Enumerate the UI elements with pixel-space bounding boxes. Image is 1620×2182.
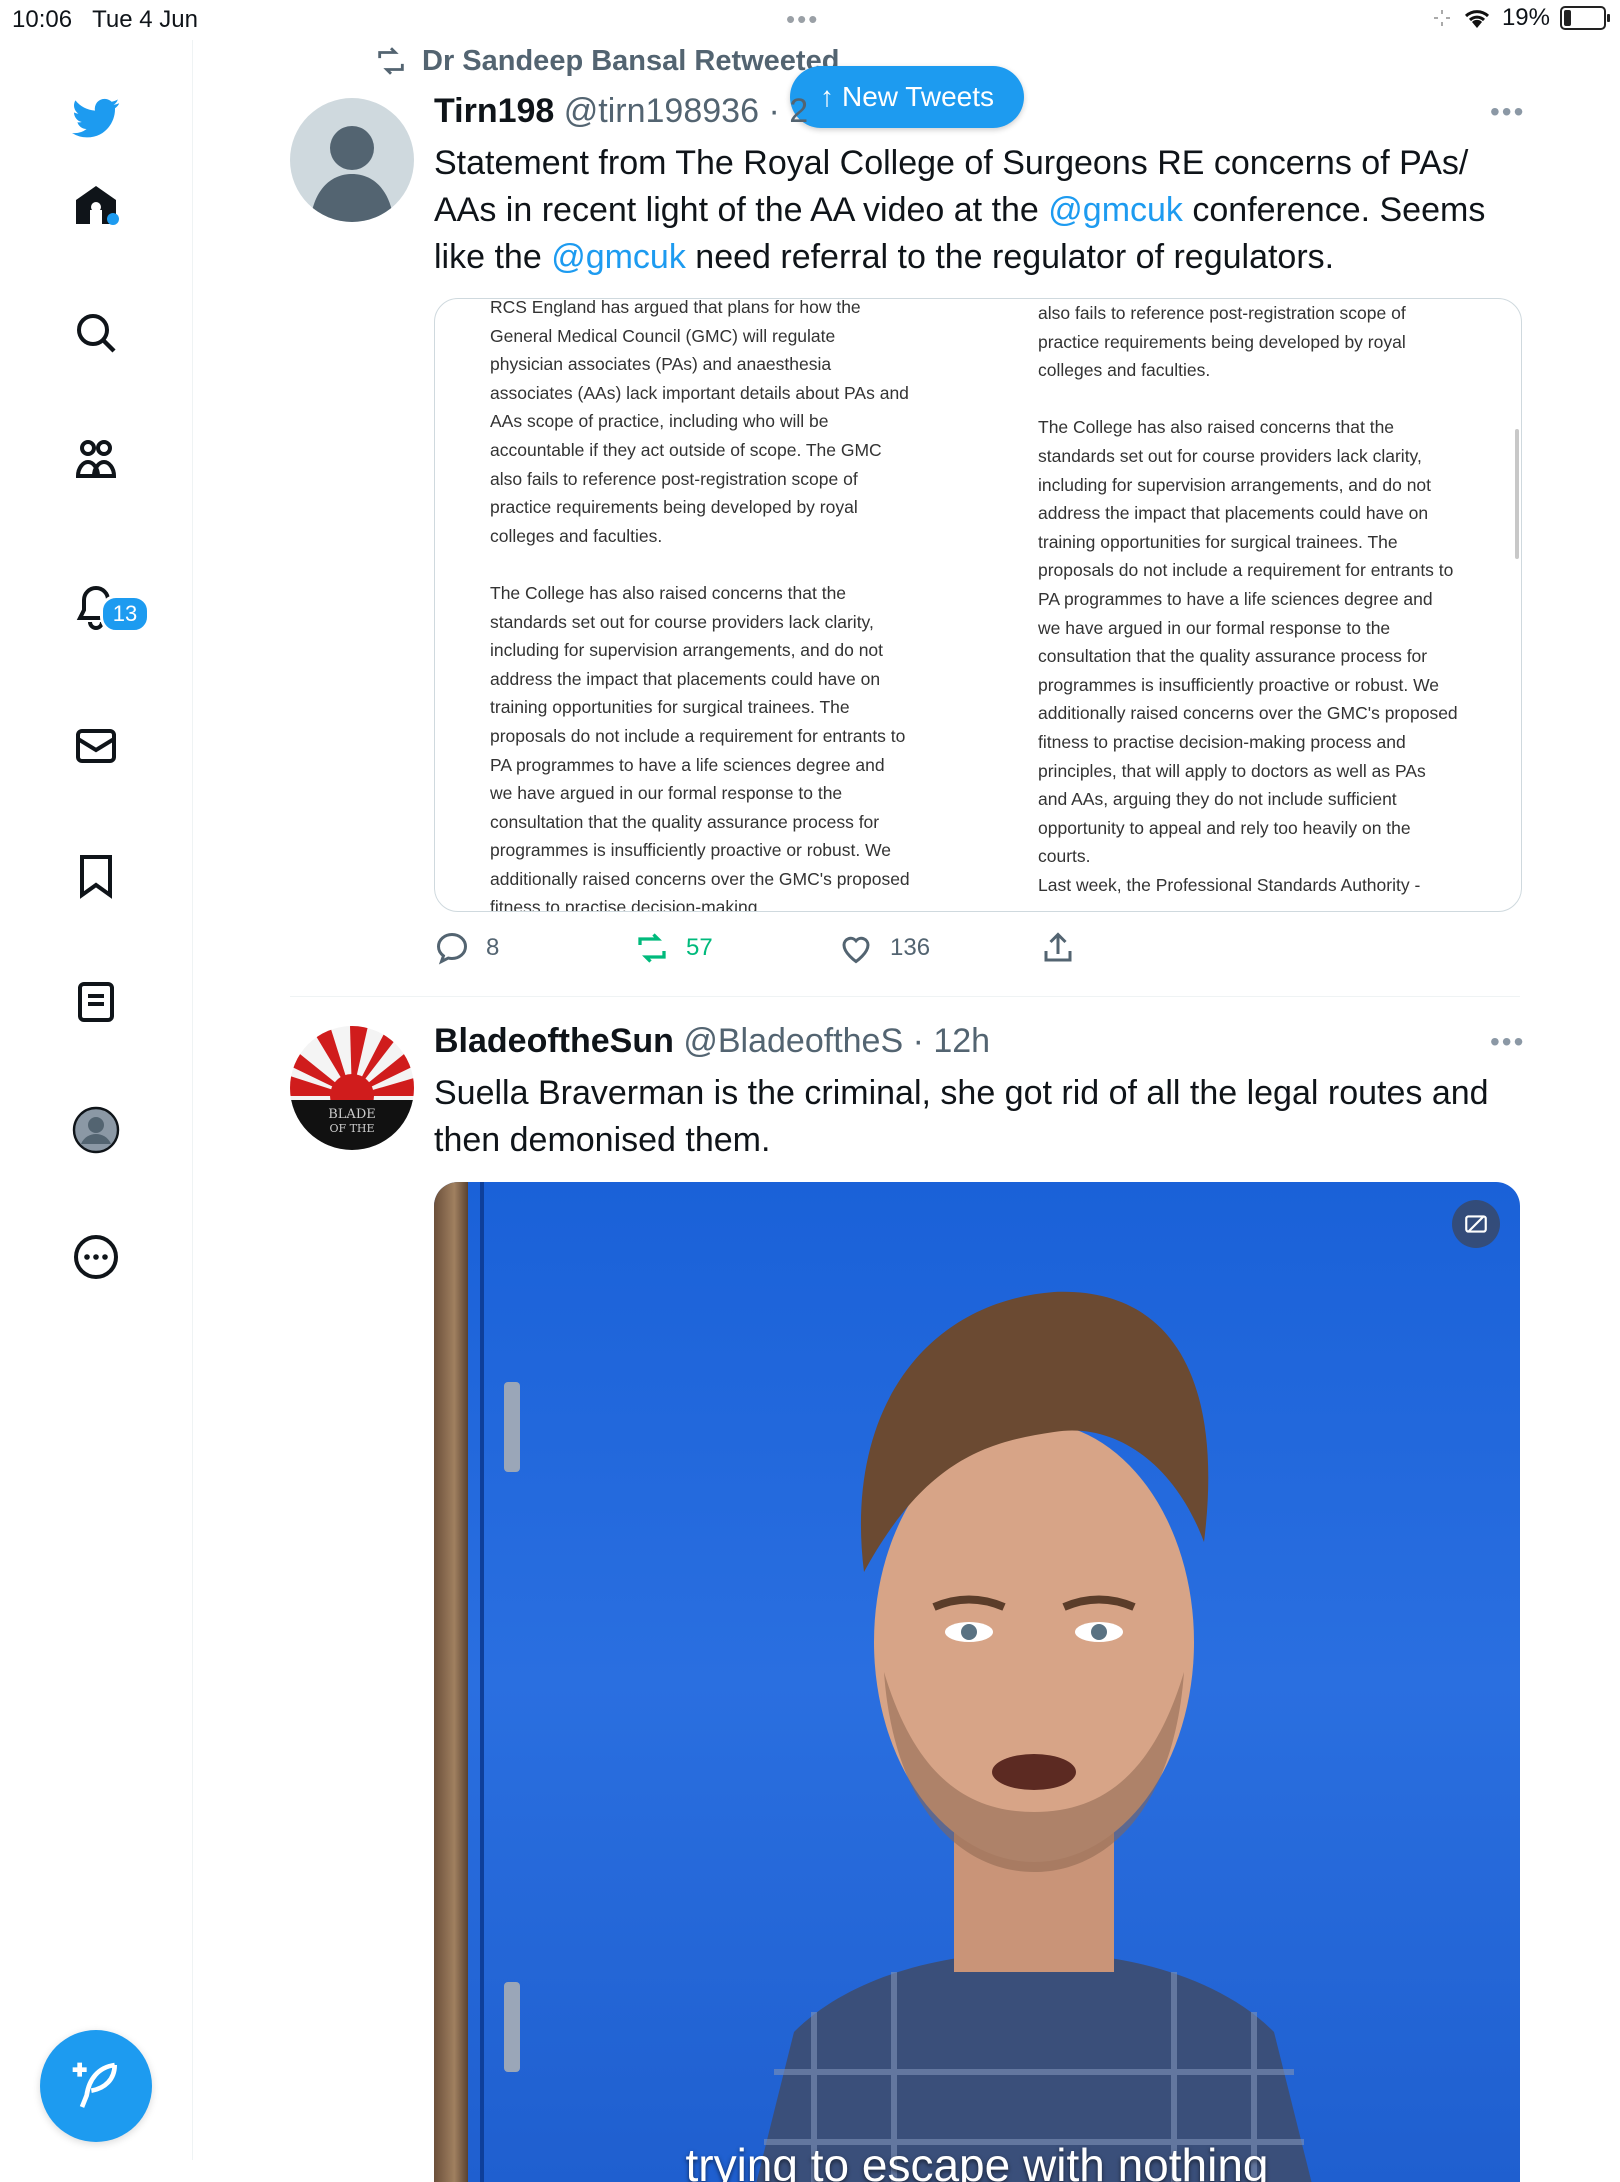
status-bar: 10:06 Tue 4 Jun ••• 19% [0, 0, 1620, 40]
door-hinge [504, 1382, 520, 1472]
tweet2-handle[interactable]: @BladeoftheS [683, 1022, 903, 1060]
share-button[interactable] [1040, 930, 1076, 966]
tweet2-video[interactable]: trying to escape with nothing [434, 1182, 1520, 2182]
heart-icon [842, 936, 870, 964]
retweet-icon [378, 47, 404, 75]
multitask-dots[interactable]: ••• [786, 4, 819, 35]
tweet1-actions: 8 57 136 [434, 930, 1334, 970]
tweet1-image[interactable]: RCS England has argued that plans for ho… [434, 298, 1522, 912]
sidebar: 13 [0, 40, 193, 2160]
retweeted-by-label: Dr Sandeep Bansal Retweeted [422, 44, 840, 77]
tweet2-text: Suella Braverman is the criminal, she go… [434, 1074, 1489, 1159]
reply-icon [436, 932, 468, 965]
like-count: 136 [890, 934, 931, 961]
profile-avatar[interactable] [66, 1100, 126, 1160]
reply-count: 8 [486, 934, 500, 961]
document-scrollbar [1515, 429, 1519, 559]
twitter-bird-icon[interactable] [66, 88, 126, 148]
search-icon[interactable] [66, 303, 126, 363]
tweet1-more-button[interactable]: ••• [1490, 96, 1525, 128]
tweet1-author-name[interactable]: Tirn198 [434, 92, 554, 130]
person-figure [756, 1291, 1312, 2182]
new-tweets-label: New Tweets [842, 81, 994, 112]
retweet-icon [638, 933, 666, 963]
like-button[interactable]: 136 [838, 930, 930, 966]
tweet2-header: BladeoftheSun @BladeoftheS · 12h [434, 1022, 990, 1061]
retweet-button[interactable]: 57 [634, 930, 713, 966]
door-frame [434, 1182, 468, 2182]
battery-icon [1560, 6, 1610, 30]
tweet2-author-name[interactable]: BladeoftheSun [434, 1022, 674, 1060]
svg-text:OF THE: OF THE [329, 1122, 374, 1135]
tweet1-header: Tirn198 @tirn198936 · 2 [434, 92, 808, 131]
tweet2-time: · 12h [912, 1022, 991, 1060]
notification-badge: 13 [100, 595, 150, 633]
retweeted-by[interactable]: Dr Sandeep Bansal Retweeted [374, 44, 839, 78]
new-tweets-button[interactable]: ↑ New Tweets [790, 66, 1024, 128]
arrow-up-icon: ↑ [820, 81, 834, 112]
feather-plus-icon [72, 2062, 117, 2108]
tweet1-handle[interactable]: @tirn198936 [564, 92, 759, 130]
document-column-right: also fails to reference post-registratio… [1038, 303, 1458, 895]
activity-icon [1433, 10, 1450, 26]
mention-link[interactable]: @gmcuk [1048, 191, 1183, 229]
share-icon [1044, 932, 1072, 962]
tweet2-more-button[interactable]: ••• [1490, 1026, 1525, 1058]
tweet1-text: Statement from The Royal College of Surg… [434, 144, 1486, 276]
battery-percent: 19% [1501, 4, 1550, 31]
door-hinge [504, 1982, 520, 2072]
tweet-divider [290, 996, 1520, 997]
more-circle-icon[interactable] [66, 1227, 126, 1287]
mention-link[interactable]: @gmcuk [551, 238, 686, 276]
tweet2-avatar[interactable]: BLADE OF THE [290, 1026, 414, 1150]
status-right: 19% [1432, 4, 1610, 32]
wifi-icon [1464, 10, 1489, 28]
communities-icon[interactable] [66, 430, 126, 490]
home-unread-dot [107, 213, 119, 225]
reply-button[interactable]: 8 [434, 930, 499, 966]
retweet-count: 57 [686, 934, 713, 961]
tweet1-time: · 2 [768, 92, 809, 130]
tweet1-avatar[interactable] [290, 98, 414, 222]
lists-icon[interactable] [66, 972, 126, 1032]
alt-media-icon[interactable] [1452, 1200, 1500, 1248]
bookmark-icon[interactable] [66, 845, 126, 905]
home-icon[interactable] [66, 175, 126, 235]
document-column-left: RCS England has argued that plans for ho… [490, 298, 910, 912]
compose-tweet-button[interactable] [40, 2030, 152, 2142]
video-caption: trying to escape with nothing [685, 2139, 1269, 2182]
mail-icon[interactable] [66, 716, 126, 776]
svg-text:BLADE: BLADE [328, 1107, 376, 1122]
status-time: 10:06 Tue 4 Jun [12, 6, 198, 33]
door-edge [480, 1182, 484, 2182]
